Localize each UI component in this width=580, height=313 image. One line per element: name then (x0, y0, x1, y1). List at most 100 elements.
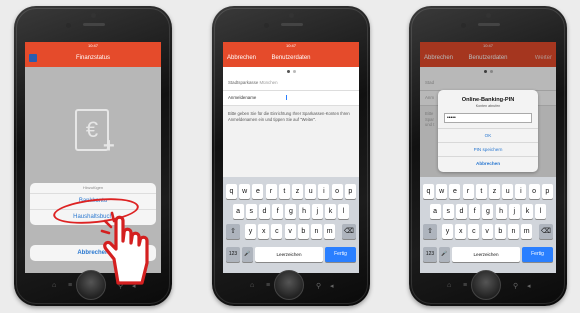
key-m[interactable]: m (521, 224, 533, 239)
key-l[interactable]: l (338, 204, 350, 219)
key-r[interactable]: r (462, 184, 474, 199)
key-v[interactable]: v (284, 224, 296, 239)
key-b[interactable]: b (494, 224, 506, 239)
keyboard-row: 123 🎤 Leerzeichen Fertig (223, 247, 359, 263)
numbers-key[interactable]: 123 (226, 247, 240, 262)
key-e[interactable]: e (252, 184, 264, 199)
key-v[interactable]: v (481, 224, 493, 239)
key-d[interactable]: d (259, 204, 270, 219)
key-b[interactable]: b (297, 224, 309, 239)
keyboard-row: asdfghjkl (420, 204, 556, 220)
search-icon: ⚲ (513, 283, 519, 290)
menu-icon: ≡ (68, 282, 73, 289)
key-c[interactable]: c (468, 224, 480, 239)
home-button[interactable] (471, 270, 501, 300)
keyboard-row: ⇧ y x c v b n m ⌫ (223, 224, 359, 240)
home-icon: ⌂ (52, 282, 57, 289)
key-s[interactable]: s (442, 204, 454, 219)
key-i[interactable]: i (318, 184, 330, 199)
key-p[interactable]: p (344, 184, 356, 199)
key-n[interactable]: n (311, 224, 322, 239)
pin-input[interactable]: ••••• (444, 113, 532, 123)
key-s[interactable]: s (245, 204, 257, 219)
backspace-key-icon[interactable]: ⌫ (539, 224, 553, 239)
key-a[interactable]: a (429, 204, 441, 219)
numbers-key[interactable]: 123 (423, 247, 437, 262)
key-o[interactable]: o (528, 184, 540, 199)
nav-bar: Abbrechen Benutzerdaten (223, 49, 359, 67)
key-a[interactable]: a (232, 204, 244, 219)
key-h[interactable]: h (298, 204, 310, 219)
home-icon: ⌂ (447, 282, 452, 289)
home-button[interactable] (274, 270, 304, 300)
key-d[interactable]: d (456, 204, 467, 219)
key-f[interactable]: f (272, 204, 284, 219)
keyboard-row: asdfghjkl (223, 204, 359, 220)
key-w[interactable]: w (239, 184, 251, 199)
key-o[interactable]: o (331, 184, 343, 199)
key-r[interactable]: r (265, 184, 277, 199)
key-f[interactable]: f (469, 204, 481, 219)
key-q[interactable]: q (423, 184, 434, 199)
key-x[interactable]: x (455, 224, 467, 239)
screen-pin-dialog: 10:47 Abbrechen Benutzerdaten Weiter Sta… (420, 42, 556, 273)
keyboard: q w e r t z u i o p a s d f g h j k l ⇧ y x c v b n m ⌫ 123 🎤 Leerzeic… (223, 177, 359, 273)
ok-button[interactable]: OK (438, 128, 538, 142)
key-u[interactable]: u (502, 184, 514, 199)
keyboard-row: ⇧ y x c v b n m ⌫ (420, 224, 556, 240)
cancel-link[interactable]: Abbrechen (227, 49, 256, 67)
key-t[interactable]: t (278, 184, 290, 199)
key-k[interactable]: k (325, 204, 336, 219)
key-i[interactable]: i (515, 184, 527, 199)
key-q[interactable]: q (226, 184, 237, 199)
key-t[interactable]: t (475, 184, 487, 199)
key-e[interactable]: e (449, 184, 461, 199)
key-y[interactable]: y (442, 224, 453, 239)
shift-key-icon[interactable]: ⇧ (226, 224, 240, 239)
key-p[interactable]: p (541, 184, 553, 199)
done-key[interactable]: Fertig (325, 247, 356, 262)
key-h[interactable]: h (495, 204, 507, 219)
key-k[interactable]: k (522, 204, 533, 219)
key-l[interactable]: l (535, 204, 547, 219)
key-j[interactable]: j (311, 204, 323, 219)
key-j[interactable]: j (508, 204, 520, 219)
sound-icon: ◂ (527, 283, 531, 290)
key-z[interactable]: z (489, 184, 500, 199)
backspace-key-icon[interactable]: ⌫ (342, 224, 356, 239)
key-n[interactable]: n (508, 224, 519, 239)
keyboard: q w e r t z u i o p a s d f g h j k l ⇧ y x c v b n m ⌫ 123 🎤 Leerzeic… (420, 177, 556, 273)
save-pin-button[interactable]: PIN speichern (438, 142, 538, 156)
microphone-key-icon[interactable]: 🎤 (242, 247, 253, 262)
action-sheet-header: Hinzufügen (30, 183, 156, 194)
menu-icon: ≡ (463, 282, 468, 289)
keyboard-row: 123 🎤 Leerzeichen Fertig (420, 247, 556, 263)
menu-icon: ≡ (266, 282, 271, 289)
done-key[interactable]: Fertig (522, 247, 553, 262)
phone-3: 10:47 Abbrechen Benutzerdaten Weiter Sta… (409, 6, 567, 306)
hint-text: Bitte geben Sie für die Einrichtung Ihre… (223, 106, 359, 128)
search-icon: ⚲ (316, 283, 322, 290)
space-key[interactable]: Leerzeichen (255, 247, 323, 262)
key-w[interactable]: w (436, 184, 448, 199)
shift-key-icon[interactable]: ⇧ (423, 224, 437, 239)
key-z[interactable]: z (292, 184, 303, 199)
keyboard-row: qwertzuiop (420, 184, 556, 200)
key-c[interactable]: c (271, 224, 283, 239)
username-field[interactable]: Anmeldename (223, 91, 359, 106)
key-g[interactable]: g (285, 204, 297, 219)
key-y[interactable]: y (245, 224, 256, 239)
cancel-button[interactable]: Abbrechen (438, 156, 538, 170)
key-m[interactable]: m (324, 224, 336, 239)
microphone-key-icon[interactable]: 🎤 (439, 247, 450, 262)
key-u[interactable]: u (305, 184, 317, 199)
status-bar: 10:47 (25, 42, 161, 49)
key-x[interactable]: x (258, 224, 270, 239)
app-logo-icon[interactable] (29, 54, 37, 62)
space-key[interactable]: Leerzeichen (452, 247, 520, 262)
home-icon: ⌂ (250, 282, 255, 289)
bank-field: Stadtsparkasse München (223, 76, 359, 91)
keyboard-row: qwertzuiop (223, 184, 359, 200)
status-bar: 10:47 (223, 42, 359, 49)
key-g[interactable]: g (482, 204, 494, 219)
